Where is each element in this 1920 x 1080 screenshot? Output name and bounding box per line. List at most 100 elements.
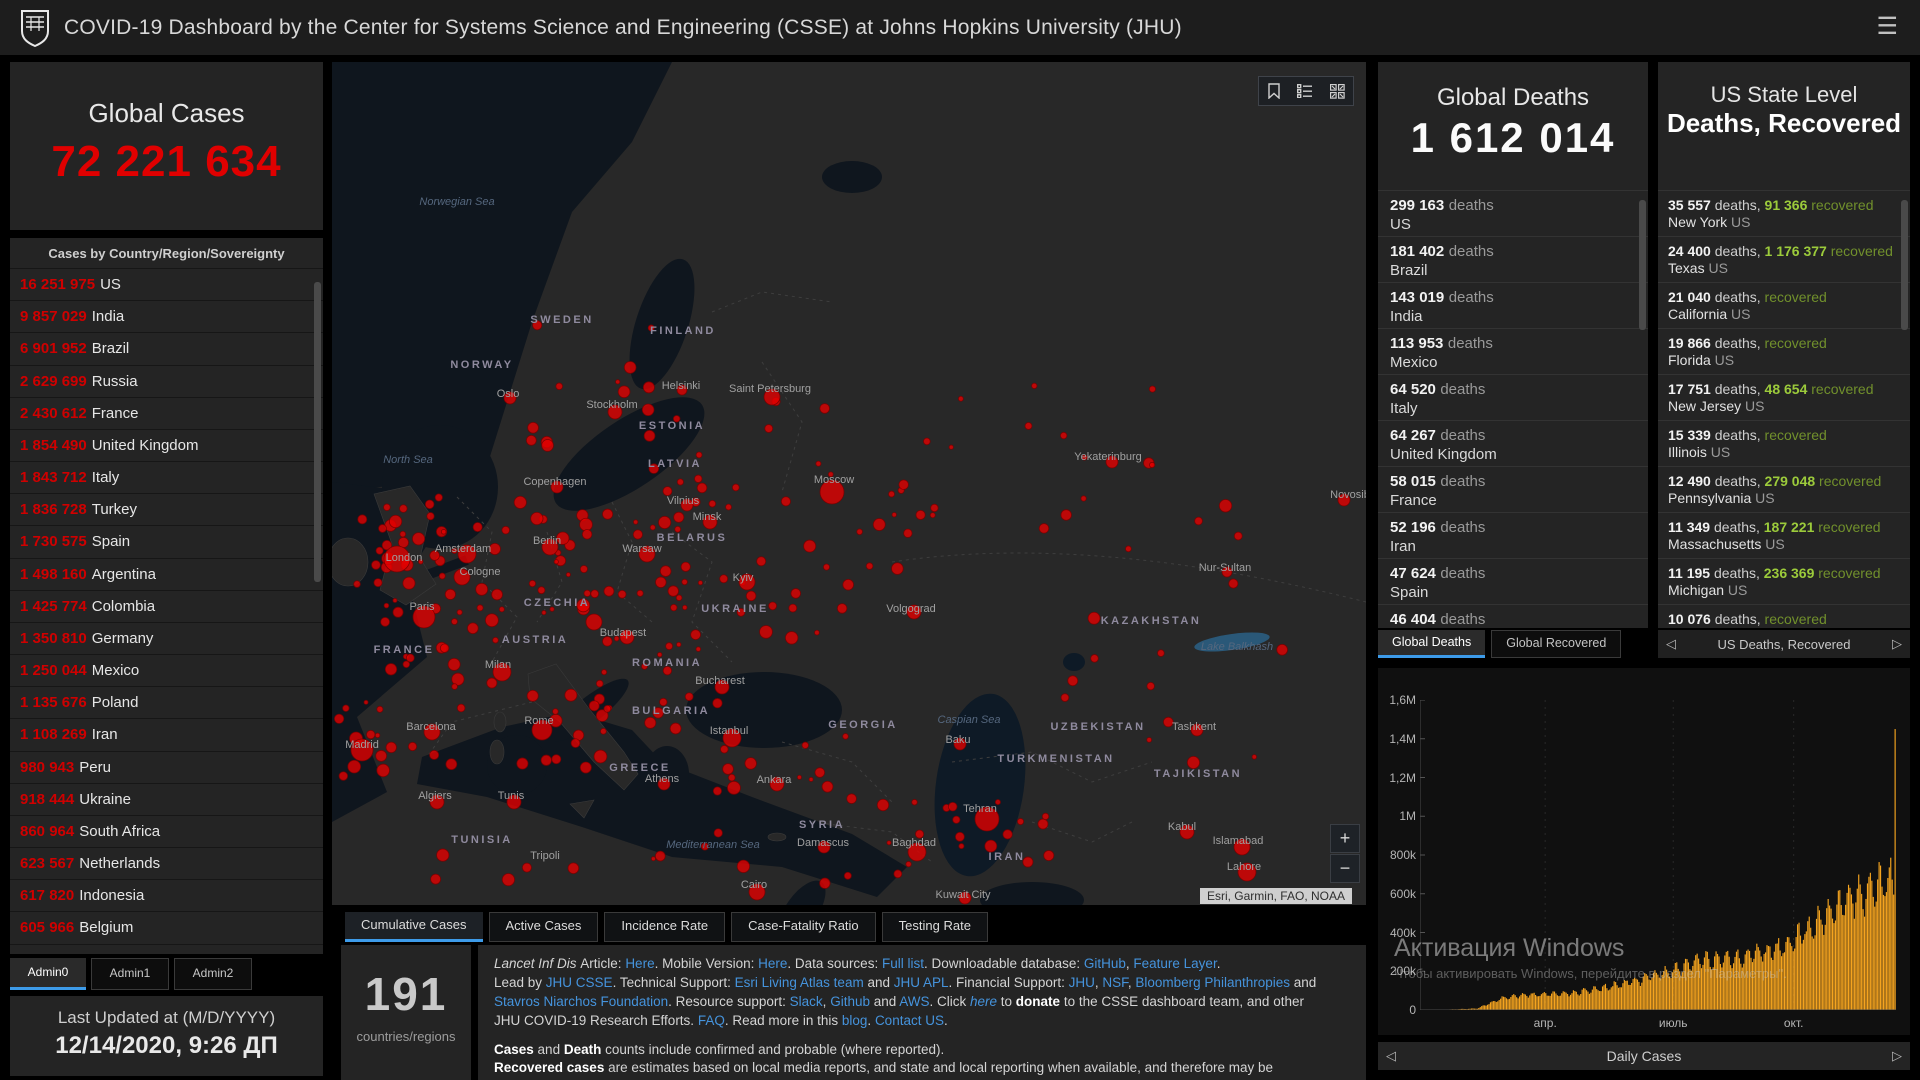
text-link[interactable]: JHU [1069, 975, 1095, 990]
country-cases-row[interactable]: 1 350 810 Germany [10, 621, 323, 654]
chevron-left-icon[interactable]: ◁ [1378, 1048, 1404, 1064]
text-link[interactable]: Here [758, 956, 787, 971]
chevron-left-icon[interactable]: ◁ [1658, 636, 1684, 652]
chart-pager[interactable]: ◁ Daily Cases ▷ [1378, 1042, 1910, 1070]
basemap-icon[interactable] [1329, 83, 1345, 99]
country-cases-row[interactable]: 16 251 975 US [10, 268, 323, 300]
cases-value: 579 079 [20, 952, 74, 954]
legend-icon[interactable] [1296, 84, 1313, 98]
us-state-row[interactable]: 35 557 deaths, 91 366 recovered New York… [1658, 190, 1910, 236]
country-cases-row[interactable]: 617 820 Indonesia [10, 879, 323, 911]
text-link[interactable]: blog [842, 1013, 868, 1028]
country-cases-row[interactable]: 918 444 Ukraine [10, 782, 323, 815]
text-link[interactable]: here [970, 994, 997, 1009]
country-cases-row[interactable]: 1 250 044 Mexico [10, 654, 323, 686]
map-metric-tab[interactable]: Testing Rate [881, 912, 988, 942]
deaths-row[interactable]: 64 520 deaths Italy [1378, 374, 1648, 420]
deaths-row[interactable]: 143 019 deaths India [1378, 282, 1648, 328]
country-cases-row[interactable]: 1 730 575 Spain [10, 525, 323, 557]
country-cases-row[interactable]: 1 135 676 Poland [10, 686, 323, 718]
text-link[interactable]: Feature Layer [1133, 956, 1216, 971]
us-state-row[interactable]: 12 490 deaths, 279 048 recovered Pennsyl… [1658, 466, 1910, 512]
windows-activation-watermark: Активация Windows [1394, 934, 1625, 962]
us-state-row[interactable]: 19 866 deaths, recovered Florida US [1658, 328, 1910, 374]
cases-value: 6 901 952 [20, 340, 87, 358]
country-cases-row[interactable]: 2 629 699 Russia [10, 364, 323, 397]
deaths-row[interactable]: 181 402 deaths Brazil [1378, 236, 1648, 282]
country-cases-row[interactable]: 2 430 612 France [10, 396, 323, 429]
us-state-row[interactable]: 11 349 deaths, 187 221 recovered Massach… [1658, 512, 1910, 558]
us-state-row[interactable]: 17 751 deaths, 48 654 recovered New Jers… [1658, 374, 1910, 420]
country-cases-row[interactable]: 1 843 712 Italy [10, 461, 323, 493]
chevron-right-icon[interactable]: ▷ [1884, 1048, 1910, 1064]
deaths-row[interactable]: 299 163 deaths US [1378, 190, 1648, 236]
text-link[interactable]: Here [625, 956, 654, 971]
deaths-value: 113 953 [1390, 335, 1444, 352]
text-link[interactable]: Bloomberg Philanthropies [1135, 975, 1290, 990]
global-cases-label: Global Cases [88, 98, 245, 128]
deaths-row[interactable]: 46 404 deaths Russia [1378, 604, 1648, 628]
text-link[interactable]: Github [830, 994, 870, 1009]
map-metric-tab[interactable]: Cumulative Cases [345, 912, 483, 942]
text-link[interactable]: NSF [1102, 975, 1128, 990]
cases-value: 623 567 [20, 855, 75, 873]
us-state-row[interactable]: 10 076 deaths, recovered Georgia US [1658, 604, 1910, 628]
chevron-right-icon[interactable]: ▷ [1884, 636, 1910, 652]
text-link[interactable]: JHU CSSE [546, 975, 613, 990]
state-name: Florida [1668, 352, 1711, 368]
admin-tab[interactable]: Admin0 [10, 958, 86, 990]
deaths-row[interactable]: 64 267 deaths United Kingdom [1378, 420, 1648, 466]
country-cases-row[interactable]: 605 966 Belgium [10, 911, 323, 943]
text-link[interactable]: AWS [899, 994, 929, 1009]
text-link[interactable]: Esri Living Atlas team [735, 975, 864, 990]
map-metric-tab[interactable]: Incidence Rate [604, 912, 726, 942]
text-link[interactable]: Slack [790, 994, 823, 1009]
text-link[interactable]: JHU APL [894, 975, 949, 990]
deaths-value: 52 196 [1390, 519, 1436, 536]
country-cases-row[interactable]: 1 836 728 Turkey [10, 493, 323, 525]
global-deaths-panel: Global Deaths 1 612 014 299 163 deaths U… [1378, 62, 1648, 628]
us-state-row[interactable]: 11 195 deaths, 236 369 recovered Michiga… [1658, 558, 1910, 604]
global-tab[interactable]: Global Deaths [1378, 630, 1486, 658]
country-cases-row[interactable]: 1 108 269 Iran [10, 718, 323, 750]
text-link[interactable]: GitHub [1084, 956, 1126, 971]
scrollbar-thumb[interactable] [314, 282, 321, 582]
text-link[interactable]: FAQ [698, 1013, 725, 1028]
us-pager-label: US Deaths, Recovered [1717, 636, 1851, 652]
map-metric-tab[interactable]: Case-Fatality Ratio [731, 912, 876, 942]
country-cases-row[interactable]: 860 964 South Africa [10, 814, 323, 847]
deaths-row[interactable]: 58 015 deaths France [1378, 466, 1648, 512]
scrollbar-thumb[interactable] [1901, 200, 1908, 330]
deaths-row[interactable]: 52 196 deaths Iran [1378, 512, 1648, 558]
global-tab[interactable]: Global Recovered [1491, 630, 1622, 658]
admin-tab[interactable]: Admin1 [91, 958, 169, 990]
country-cases-row[interactable]: 1 498 160 Argentina [10, 557, 323, 590]
country-cases-row[interactable]: 1 854 490 United Kingdom [10, 428, 323, 461]
scrollbar-thumb[interactable] [1639, 200, 1646, 330]
country-cases-row[interactable]: 623 567 Netherlands [10, 847, 323, 879]
us-state-pager[interactable]: ◁ US Deaths, Recovered ▷ [1658, 630, 1910, 658]
us-state-row[interactable]: 15 339 deaths, recovered Illinois US [1658, 420, 1910, 466]
deaths-row[interactable]: 47 624 deaths Spain [1378, 558, 1648, 604]
admin-tab[interactable]: Admin2 [174, 958, 252, 990]
world-map[interactable]: Norwegian Sea North Sea Mediterranean Sea C… [332, 62, 1366, 905]
country-cases-row[interactable]: 1 425 774 Colombia [10, 589, 323, 622]
map-metric-tab[interactable]: Active Cases [488, 912, 599, 942]
country-cases-row[interactable]: 980 943 Peru [10, 750, 323, 783]
menu-icon[interactable]: ☰ [1876, 12, 1898, 41]
y-tick-label: 1,6M [1389, 693, 1416, 707]
bookmark-icon[interactable] [1267, 83, 1280, 99]
deaths-row[interactable]: 113 953 deaths Mexico [1378, 328, 1648, 374]
us-state-row[interactable]: 21 040 deaths, recovered California US [1658, 282, 1910, 328]
us-state-row[interactable]: 24 400 deaths, 1 176 377 recovered Texas… [1658, 236, 1910, 282]
country-cases-row[interactable]: 6 901 952 Brazil [10, 332, 323, 364]
text-link[interactable]: Contact US [875, 1013, 944, 1028]
text-link[interactable]: Stavros Niarchos Foundation [494, 994, 668, 1009]
country-cases-row[interactable]: 579 079 Czechia [10, 943, 323, 954]
text-link[interactable]: Full list [882, 956, 924, 971]
country-name: Italy [91, 469, 120, 487]
country-name: Peru [79, 758, 111, 776]
cases-by-country-panel: Cases by Country/Region/Sovereignty 16 2… [10, 238, 323, 954]
country-cases-row[interactable]: 9 857 029 India [10, 300, 323, 332]
jhu-shield-logo [21, 9, 49, 47]
